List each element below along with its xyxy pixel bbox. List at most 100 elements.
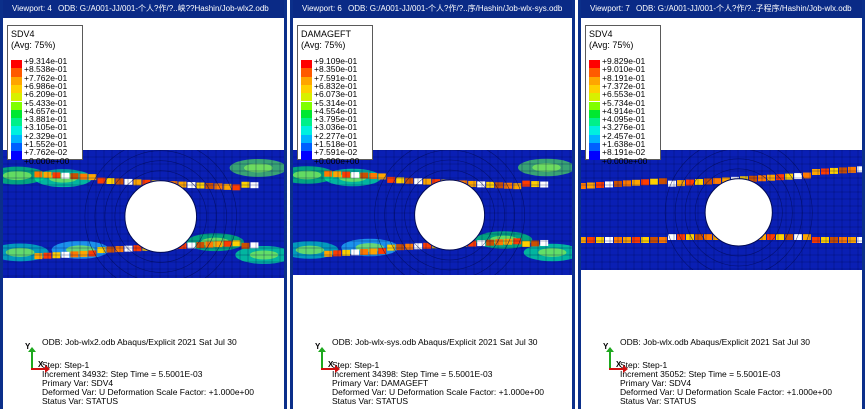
- damage-band-element: [704, 234, 712, 240]
- legend-color-swatch: [11, 93, 22, 102]
- legend-color-swatch: [11, 143, 22, 152]
- legend-color-swatch: [301, 101, 312, 110]
- damage-band-element: [605, 181, 613, 188]
- damage-band-element: [513, 183, 522, 190]
- viewport-6[interactable]: Viewport: 6 ODB: G:/A001-JJ/001-个人?作/?..…: [290, 0, 575, 409]
- damage-band-element: [124, 245, 133, 252]
- damage-band-element: [821, 237, 829, 243]
- fem-contour-plot[interactable]: [0, 150, 287, 278]
- legend-color-swatch: [589, 118, 600, 127]
- triad-x-label: X: [38, 360, 44, 369]
- contour-legend: SDV4 (Avg: 75%) +9.829e-01 +9.010e-01 +8.1…: [585, 25, 661, 166]
- info-odb-line: ODB: Job-wlx.odb Abaqus/Explicit 2021 Sa…: [620, 337, 810, 347]
- damage-band-element: [34, 171, 43, 178]
- legend-color-swatch: [301, 134, 312, 143]
- damage-band-element: [351, 172, 360, 179]
- legend-color-swatch: [11, 101, 22, 110]
- damage-band-element: [369, 248, 378, 255]
- legend-color-swatch: [11, 109, 22, 119]
- damage-band-element: [34, 253, 43, 260]
- damage-band-element: [695, 234, 703, 240]
- legend-color-swatch: [589, 93, 600, 102]
- contour-legend: SDV4 (Avg: 75%) +9.314e-01 +8.538e-01 +7.7…: [7, 25, 83, 166]
- triad-y-arrow-icon: [606, 347, 614, 369]
- triad-y-arrow-icon: [318, 347, 326, 369]
- coordinate-triad: Y X: [312, 342, 340, 376]
- damage-band-element: [88, 174, 97, 181]
- plate-hole: [704, 178, 773, 247]
- viewport-7[interactable]: Viewport: 7 ODB: G:/A001-JJ/001-个人?作/?..…: [578, 0, 865, 409]
- damage-band-element: [623, 180, 631, 187]
- damage-band-element: [578, 237, 586, 243]
- legend-averaging: (Avg: 75%): [301, 40, 346, 50]
- damage-band-element: [767, 234, 775, 240]
- legend-color-swatch: [301, 143, 312, 152]
- legend-averaging: (Avg: 75%): [589, 40, 634, 50]
- damage-region: [295, 245, 325, 255]
- legend-color-swatch: [11, 134, 22, 143]
- damage-band-element: [52, 252, 61, 259]
- info-status-var: Status Var: STATUS: [620, 396, 697, 406]
- damage-band-element: [196, 182, 205, 189]
- viewport-titlebar[interactable]: Viewport: 4 ODB: G:/A001-JJ/001-个人?作/?..…: [0, 0, 287, 18]
- damage-band-element: [205, 241, 214, 248]
- damage-band-element: [106, 178, 115, 185]
- legend-color-swatch: [301, 126, 312, 135]
- legend-color-swatch: [11, 60, 22, 69]
- fem-contour-plot[interactable]: [578, 150, 865, 270]
- triad-y-arrow-icon: [28, 347, 36, 369]
- legend-color-swatch: [589, 101, 600, 110]
- damage-band-element: [396, 244, 405, 251]
- legend-color-swatch: [301, 109, 312, 119]
- damage-band-element: [250, 242, 259, 249]
- damage-band-element: [43, 171, 52, 178]
- legend-color-swatch: [301, 151, 312, 160]
- legend-value-label: +0.000e+00: [314, 155, 360, 166]
- damage-band-element: [848, 166, 856, 173]
- damage-band-element: [223, 240, 232, 247]
- legend-value-label: +0.000e+00: [24, 155, 70, 166]
- plate-hole: [124, 180, 198, 253]
- damage-band-element: [623, 237, 631, 243]
- damage-band-element: [605, 237, 613, 243]
- damage-band-element: [70, 173, 79, 180]
- viewport-titlebar[interactable]: Viewport: 6 ODB: G:/A001-JJ/001-个人?作/?..…: [290, 0, 575, 18]
- odb-path: ODB: G:/A001-JJ/001-个人?作/?..序/Hashin/Job…: [348, 4, 563, 13]
- damage-band-element: [596, 237, 604, 243]
- damage-band-element: [540, 181, 549, 188]
- damage-band-element: [333, 171, 342, 178]
- legend-color-swatch: [11, 68, 22, 77]
- legend-averaging: (Avg: 75%): [11, 40, 56, 50]
- damage-band-element: [650, 237, 658, 243]
- damage-band-element: [632, 237, 640, 243]
- damage-band-element: [776, 234, 784, 240]
- damage-band-element: [196, 242, 205, 249]
- damage-band-element: [324, 250, 333, 257]
- legend-color-swatch: [589, 151, 600, 160]
- legend-color-swatch: [11, 118, 22, 127]
- legend-color-swatch: [589, 126, 600, 135]
- damage-band-element: [88, 250, 97, 257]
- viewport-titlebar[interactable]: Viewport: 7 ODB: G:/A001-JJ/001-个人?作/?..…: [578, 0, 865, 18]
- damage-band-element: [812, 237, 820, 243]
- damage-band-element: [52, 172, 61, 179]
- damage-band-element: [133, 179, 142, 186]
- damage-band-element: [205, 182, 214, 189]
- damage-region: [5, 247, 35, 257]
- viewport-4[interactable]: Viewport: 4 ODB: G:/A001-JJ/001-个人?作/?..…: [0, 0, 287, 409]
- legend-color-swatch: [11, 126, 22, 135]
- legend-color-swatch: [301, 68, 312, 77]
- legend-color-swatch: [11, 76, 22, 85]
- damage-band-element: [504, 238, 513, 245]
- damage-band-element: [848, 237, 856, 243]
- damage-band-element: [767, 174, 775, 181]
- fem-contour-plot[interactable]: [290, 150, 575, 275]
- legend-color-swatch: [301, 84, 312, 94]
- legend-color-swatch: [589, 68, 600, 77]
- damage-band-element: [79, 173, 88, 180]
- viewport-name: Viewport: 6: [302, 4, 342, 13]
- triad-x-label: X: [616, 360, 622, 369]
- damage-band-element: [477, 181, 486, 188]
- damage-band-element: [360, 248, 369, 255]
- damage-band-element: [70, 251, 79, 258]
